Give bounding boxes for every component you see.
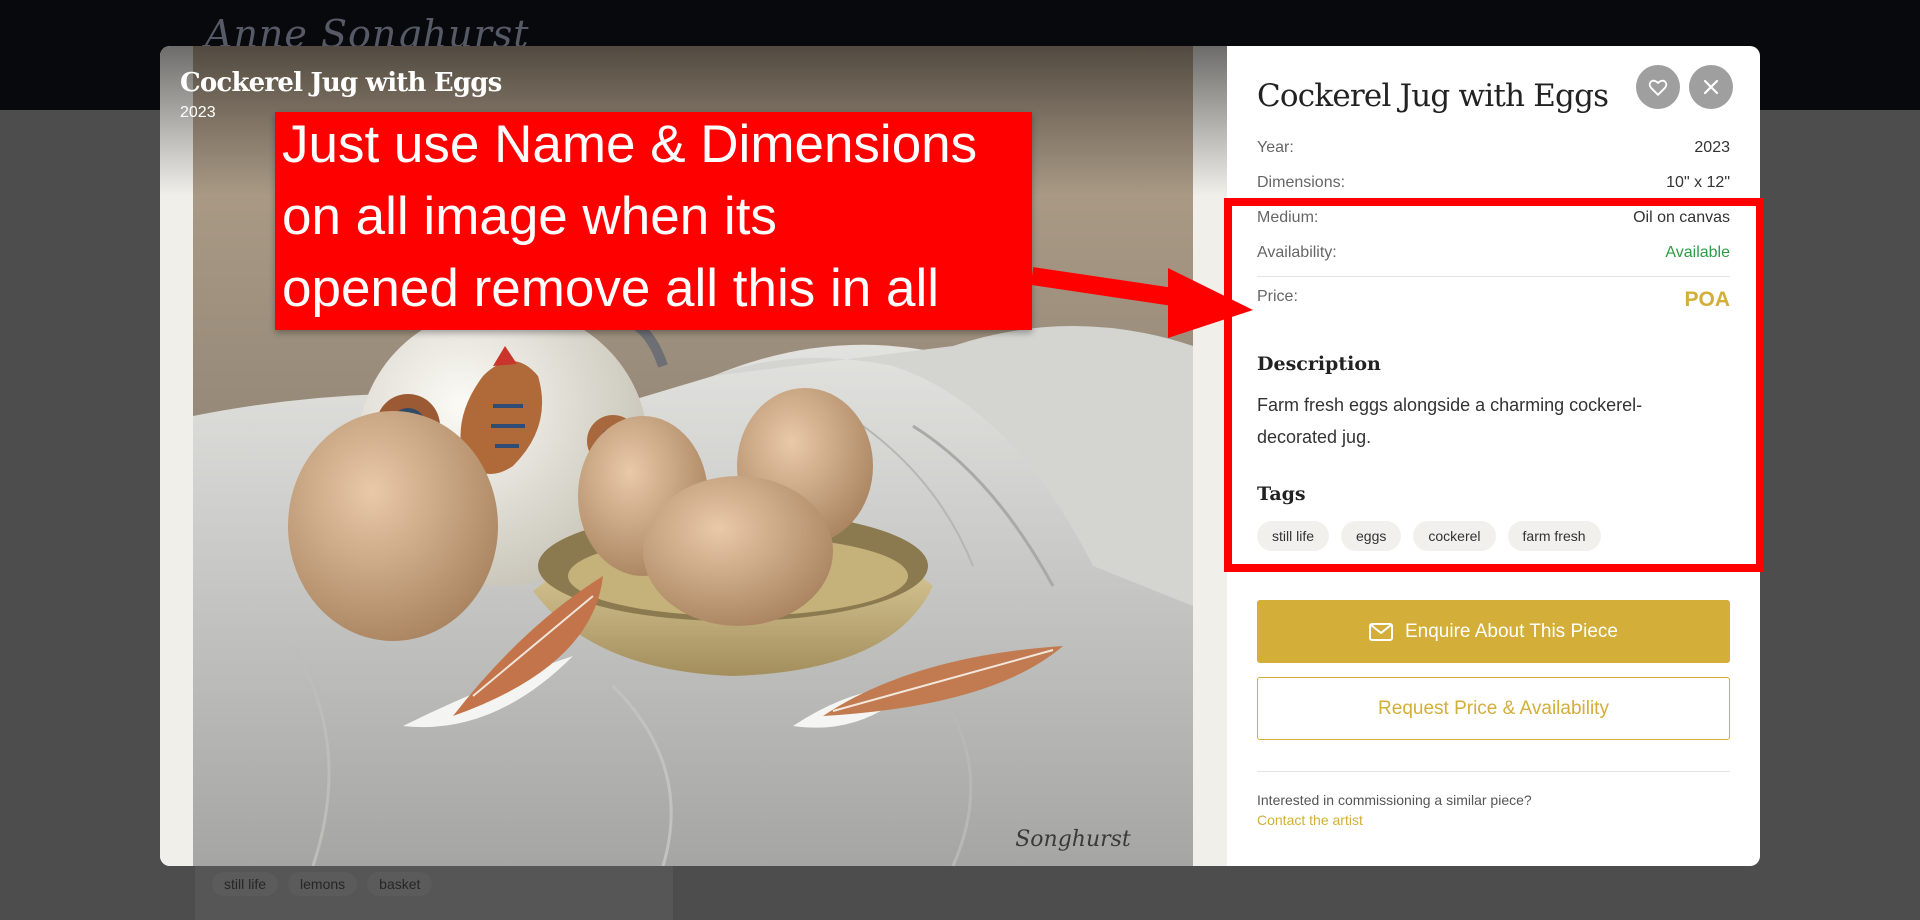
annotation-highlight-box bbox=[1224, 198, 1764, 572]
enquire-button[interactable]: Enquire About This Piece bbox=[1257, 600, 1730, 663]
mail-icon bbox=[1368, 622, 1393, 641]
close-icon bbox=[1703, 79, 1719, 95]
close-button[interactable] bbox=[1689, 65, 1733, 109]
detail-label: Year: bbox=[1257, 139, 1294, 156]
background-tags: still life lemons basket bbox=[212, 872, 433, 896]
detail-row-year: Year: 2023 bbox=[1257, 136, 1730, 160]
background-tag: lemons bbox=[288, 872, 358, 896]
commission-text: Interested in commissioning a similar pi… bbox=[1257, 792, 1532, 808]
background-tag: still life bbox=[212, 872, 279, 896]
commission-divider bbox=[1257, 771, 1730, 772]
annotation-line: opened remove all this in all bbox=[282, 259, 939, 318]
image-overlay-title: Cockerel Jug with Eggs bbox=[180, 68, 502, 98]
enquire-button-label: Enquire About This Piece bbox=[1404, 620, 1618, 642]
contact-artist-link[interactable]: Contact the artist bbox=[1257, 812, 1363, 828]
annotation-line: Just use Name & Dimensions bbox=[282, 115, 978, 174]
background-tag: basket bbox=[367, 872, 433, 896]
detail-row-dimensions: Dimensions: 10" x 12" bbox=[1257, 171, 1730, 195]
heart-icon bbox=[1648, 79, 1668, 96]
annotation-callout: Just use Name & Dimensions on all image … bbox=[275, 112, 1032, 330]
image-overlay-year: 2023 bbox=[180, 104, 216, 121]
request-button-label: Request Price & Availability bbox=[1378, 697, 1609, 719]
artist-signature: Songhurst bbox=[1015, 827, 1131, 852]
detail-value: 10" x 12" bbox=[1666, 174, 1730, 191]
detail-label: Dimensions: bbox=[1257, 174, 1346, 191]
favorite-button[interactable] bbox=[1636, 65, 1680, 109]
detail-value: 2023 bbox=[1694, 139, 1730, 156]
annotation-line: on all image when its bbox=[282, 187, 777, 246]
artwork-title: Cockerel Jug with Eggs bbox=[1257, 78, 1609, 114]
request-price-button[interactable]: Request Price & Availability bbox=[1257, 677, 1730, 740]
